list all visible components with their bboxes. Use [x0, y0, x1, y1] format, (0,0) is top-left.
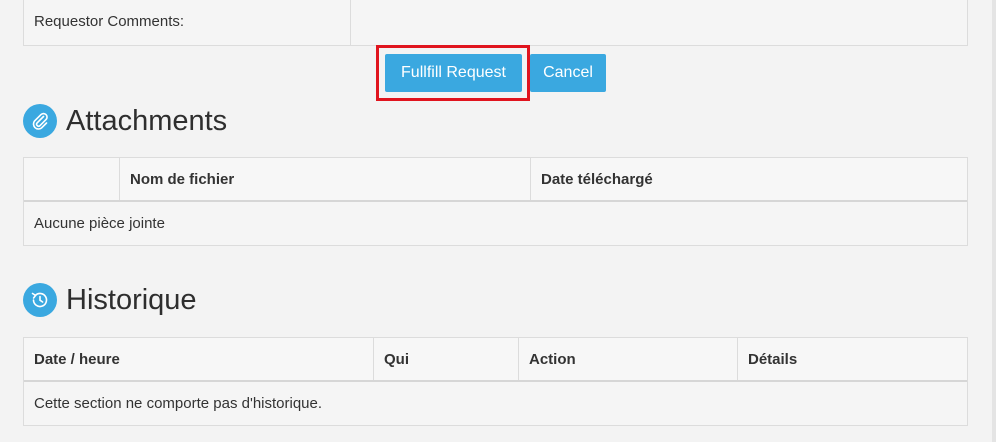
requestor-comments-row: Requestor Comments:	[23, 0, 968, 46]
attachments-col-select	[24, 158, 120, 200]
requestor-comments-label: Requestor Comments:	[24, 0, 351, 45]
history-clock-icon	[23, 283, 57, 317]
history-heading: Historique	[23, 283, 197, 317]
attachments-col-filename: Nom de fichier	[120, 158, 531, 200]
cancel-button[interactable]: Cancel	[530, 54, 606, 92]
paperclip-icon	[23, 104, 57, 138]
fulfill-request-button[interactable]: Fullfill Request	[385, 54, 522, 92]
attachments-title: Attachments	[66, 104, 228, 137]
attachments-empty-row: Aucune pièce jointe	[34, 215, 165, 232]
history-col-action: Action	[519, 338, 738, 380]
history-col-who: Qui	[374, 338, 519, 380]
history-empty-row: Cette section ne comporte pas d'historiq…	[34, 395, 323, 412]
history-header-row: Date / heure Qui Action Détails	[24, 338, 967, 382]
attachments-table: Nom de fichier Date téléchargé Aucune pi…	[23, 157, 968, 246]
scrollbar[interactable]	[992, 0, 996, 442]
page: Requestor Comments: Fullfill Request Can…	[0, 0, 996, 442]
requestor-comments-value	[351, 0, 967, 45]
attachments-heading: Attachments	[23, 104, 227, 138]
history-title: Historique	[66, 283, 197, 316]
attachments-header-row: Nom de fichier Date téléchargé	[24, 158, 967, 202]
history-col-datetime: Date / heure	[24, 338, 374, 380]
history-table: Date / heure Qui Action Détails Cette se…	[23, 337, 968, 426]
attachments-col-upload-date: Date téléchargé	[541, 170, 653, 188]
history-col-details: Détails	[748, 350, 798, 368]
